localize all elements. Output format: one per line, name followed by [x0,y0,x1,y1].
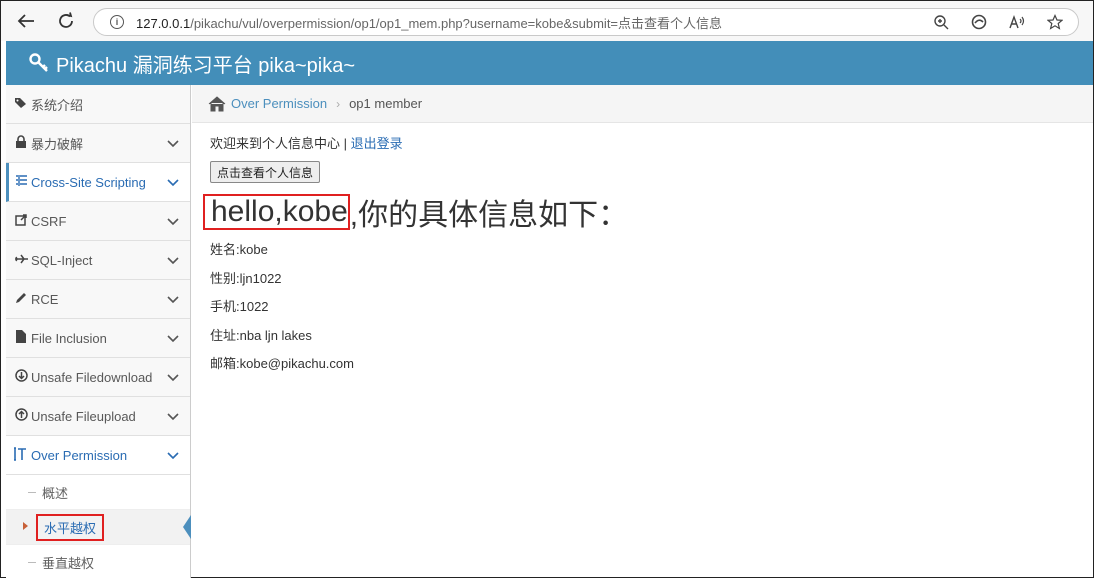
download-icon [14,369,28,385]
active-pointer-icon [183,515,191,539]
breadcrumb-current: op1 member [349,96,423,111]
submenu-item-overview[interactable]: 概述 [6,475,190,510]
info-sex: 性别:ljn1022 [210,270,282,286]
chevron-down-icon[interactable] [166,214,180,228]
submenu-item-label: 概述 [42,485,69,501]
info-icon[interactable]: i [110,15,124,29]
logout-link[interactable]: 退出登录 [351,136,403,151]
share-icon [14,213,28,229]
file-icon [14,330,28,346]
chevron-down-icon[interactable] [166,448,180,462]
lock-icon [14,135,28,151]
submenu-item-label: 水平越权 [44,520,97,536]
submenu-item-horizontal[interactable]: 水平越权 [6,510,191,545]
list-icon [14,174,28,190]
title-rest: ,你的具体信息如下： [349,199,629,232]
chevron-down-icon[interactable] [166,253,180,267]
sidebar-item-sqli[interactable]: SQL-Inject [6,241,190,280]
url-path: /pikachu/vul/overpermission/op1/op1_mem.… [190,15,723,31]
chevron-down-icon[interactable] [166,292,180,306]
edge-icon[interactable] [970,13,988,31]
over-permission-submenu: 概述 水平越权 垂直越权 [6,475,191,578]
chevron-down-icon[interactable] [166,409,180,423]
chevron-down-icon[interactable] [166,175,180,189]
zoom-icon[interactable] [932,13,950,31]
reload-icon[interactable] [53,8,79,34]
sidebar: 系统介绍 暴力破解 Cross-Site Scripting CSRF SQL-… [6,85,191,578]
key-icon [28,52,50,74]
sidebar-item-label: File Inclusion [31,330,107,346]
hello-highlight: hello,kobe [203,194,350,230]
chevron-down-icon[interactable] [166,136,180,150]
sidebar-item-label: 暴力破解 [31,136,84,152]
highlight-box: 水平越权 [36,513,105,541]
sidebar-item-xss[interactable]: Cross-Site Scripting [6,163,190,202]
main-content: 欢迎来到个人信息中心 | 退出登录 点击查看个人信息 hello,kobe ,你的… [203,123,1080,379]
sidebar-item-intro[interactable]: 系统介绍 [6,85,190,124]
chevron-right-icon: › [336,96,341,111]
submenu-item-vertical[interactable]: 垂直越权 [6,545,190,578]
info-phone: 手机:1022 [210,299,269,315]
plane-icon [14,253,28,267]
sidebar-item-label: 系统介绍 [31,97,84,113]
sidebar-item-fileupload[interactable]: Unsafe Fileupload [6,397,190,436]
sidebar-item-label: Over Permission [31,447,128,463]
url-host: 127.0.0.1 [136,15,191,31]
chevron-down-icon[interactable] [166,370,180,384]
address-bar[interactable]: i 127.0.0.1/pikachu/vul/overpermission/o… [93,8,1079,36]
sidebar-item-bruteforce[interactable]: 暴力破解 [6,124,190,163]
page-title: hello,kobe ,你的具体信息如下： [203,192,1080,232]
sidebar-item-filedownload[interactable]: Unsafe Filedownload [6,358,190,397]
favorite-star-icon[interactable] [1046,13,1064,31]
back-arrow-icon[interactable] [13,8,39,34]
browser-toolbar: i 127.0.0.1/pikachu/vul/overpermission/o… [1,1,1093,41]
sidebar-item-rce[interactable]: RCE [6,280,190,319]
text-height-icon [14,446,28,464]
sidebar-item-over-permission[interactable]: Over Permission [6,436,190,475]
info-email: 邮箱:kobe@pikachu.com [210,356,354,372]
caret-right-icon [23,522,28,530]
separator: | [340,136,351,151]
upload-icon [14,408,28,424]
app-title[interactable]: Pikachu 漏洞练习平台 pika~pika~ [56,49,355,78]
app-header: Pikachu 漏洞练习平台 pika~pika~ [6,41,1093,85]
sidebar-item-label: Unsafe Fileupload [31,408,136,424]
sidebar-item-label: Unsafe Filedownload [31,369,153,385]
sidebar-item-label: SQL-Inject [31,252,93,268]
tag-icon [14,97,28,112]
submenu-item-label: 垂直越权 [42,555,95,571]
sidebar-item-csrf[interactable]: CSRF [6,202,190,241]
divider [28,492,36,493]
breadcrumb-link[interactable]: Over Permission [231,96,327,111]
read-aloud-icon[interactable] [1008,13,1026,31]
pencil-icon [14,292,28,307]
sidebar-item-file-inclusion[interactable]: File Inclusion [6,319,190,358]
info-name: 姓名:kobe [210,242,268,257]
divider [28,562,36,563]
sidebar-item-label: Cross-Site Scripting [31,174,146,190]
welcome-line: 欢迎来到个人信息中心 | 退出登录 [210,133,1080,151]
breadcrumb: Over Permission › op1 member [192,85,1093,123]
chevron-down-icon[interactable] [166,331,180,345]
home-icon[interactable] [208,95,226,112]
sidebar-item-label: RCE [31,291,59,307]
welcome-text: 欢迎来到个人信息中心 [210,136,341,151]
view-info-button[interactable]: 点击查看个人信息 [210,161,321,183]
info-address: 住址:nba ljn lakes [210,327,312,343]
url-text[interactable]: 127.0.0.1/pikachu/vul/overpermission/op1… [136,13,722,32]
sidebar-item-label: CSRF [31,213,67,229]
